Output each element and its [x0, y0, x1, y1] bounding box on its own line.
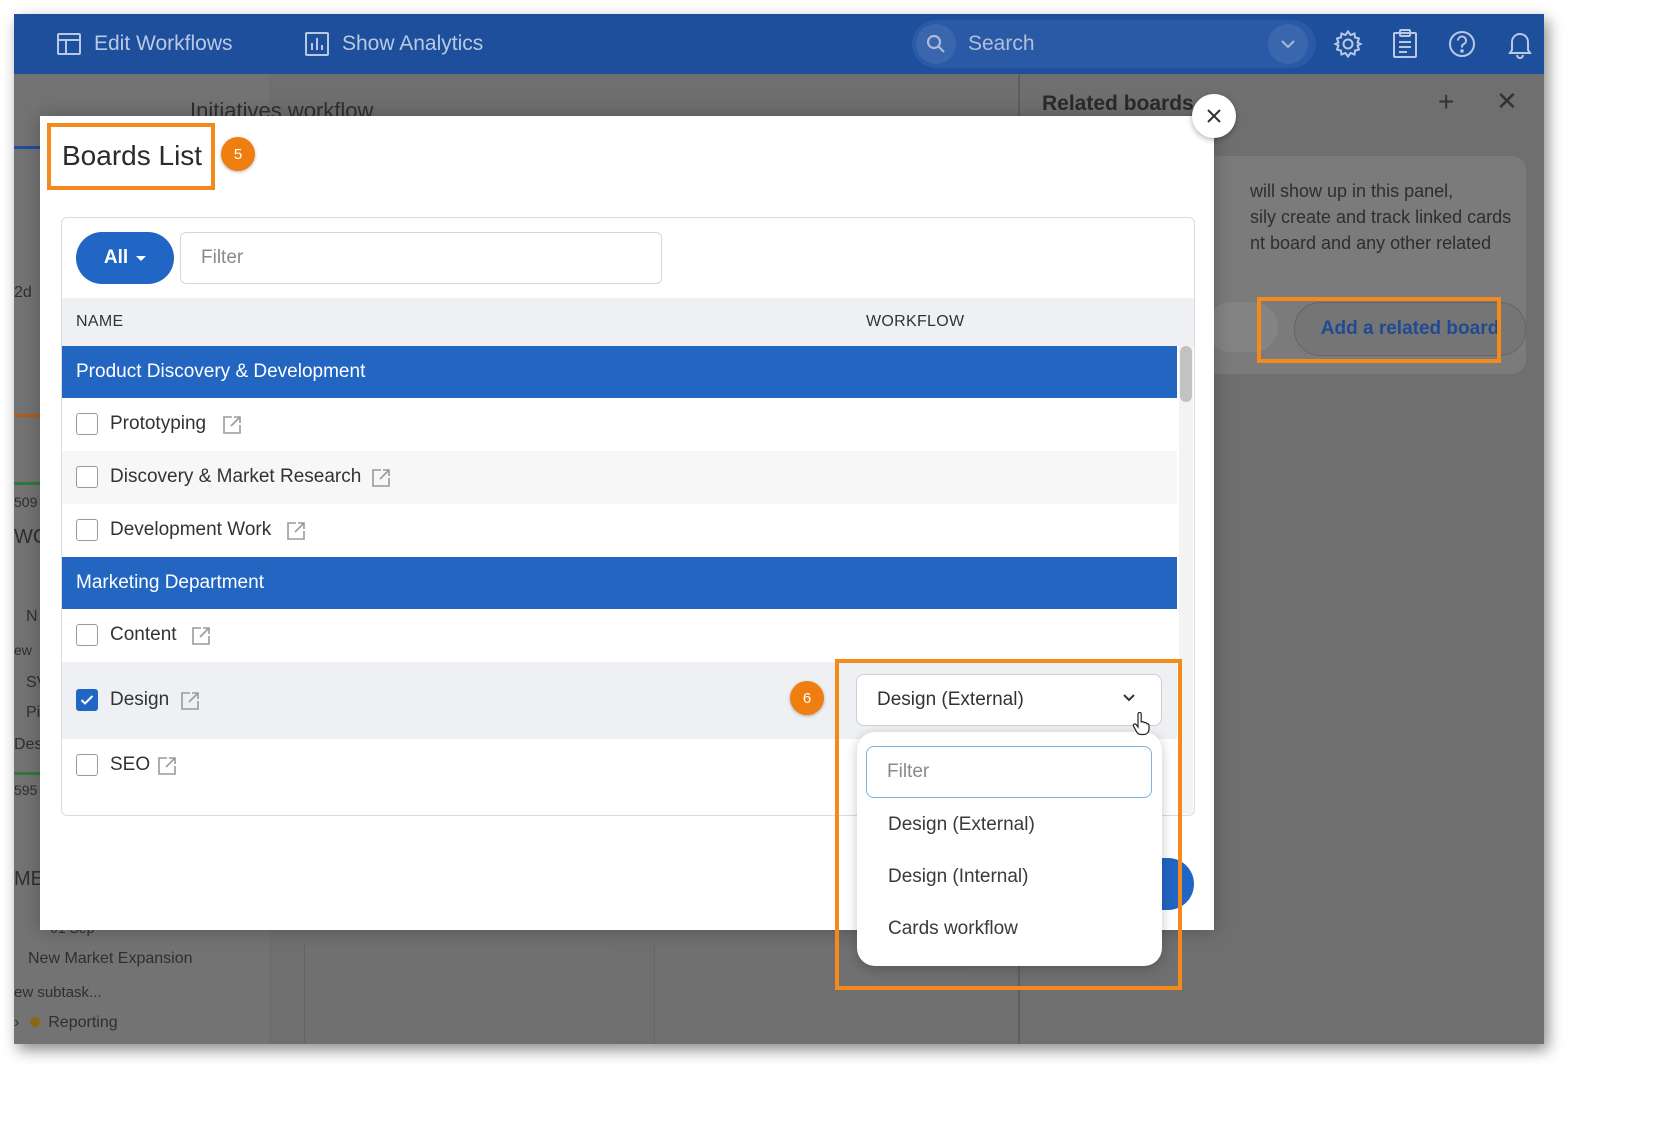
caret-down-icon [136, 255, 147, 261]
close-icon[interactable]: ✕ [1496, 86, 1518, 117]
board-row[interactable]: Content [62, 609, 1177, 662]
close-icon [1207, 109, 1221, 123]
board-checkbox[interactable] [76, 754, 98, 776]
board-label: Design [110, 689, 170, 710]
reporting-label: Reporting [48, 1014, 118, 1031]
background-text: N [26, 608, 38, 625]
chevron-down-icon[interactable] [1268, 24, 1308, 64]
board-row[interactable]: Development Work [62, 504, 1177, 557]
chevron-right-icon: › [14, 1014, 20, 1031]
external-link-icon[interactable] [286, 521, 306, 541]
related-boards-title: Related boards [1042, 92, 1194, 115]
all-filter-button[interactable]: All [76, 232, 174, 284]
bell-icon[interactable] [1504, 28, 1536, 60]
board-checkbox[interactable] [76, 413, 98, 435]
step-badge: 5 [221, 137, 255, 171]
step-badge: 6 [790, 681, 824, 715]
show-analytics-button[interactable]: Show Analytics [304, 14, 483, 74]
plus-icon[interactable]: + [1438, 86, 1454, 118]
search-input[interactable]: Search [968, 20, 1035, 68]
external-link-icon[interactable] [191, 626, 211, 646]
edit-workflows-button[interactable]: Edit Workflows [56, 14, 232, 74]
check-icon [80, 695, 94, 705]
top-bar: Edit Workflows Show Analytics Search [14, 14, 1544, 74]
background-divider [14, 414, 42, 417]
background-divider [14, 482, 42, 485]
board-label: Content [110, 624, 177, 645]
board-checkbox[interactable] [76, 624, 98, 646]
background-text: 595 [14, 782, 38, 798]
search-icon [916, 24, 956, 64]
boards-filter-input[interactable] [180, 232, 662, 284]
table-header: NAME WORKFLOW [62, 298, 1194, 346]
background-text: ew [14, 642, 32, 658]
settings-icon[interactable] [1332, 28, 1364, 60]
group-row[interactable]: Marketing Department [62, 557, 1177, 609]
board-label: Development Work [110, 519, 272, 540]
help-icon[interactable] [1446, 28, 1478, 60]
all-filter-label: All [103, 247, 129, 268]
callout-workflow-select [835, 659, 1182, 990]
board-checkbox[interactable] [76, 519, 98, 541]
board-label: Discovery & Market Research [110, 466, 362, 487]
background-divider [14, 772, 42, 775]
analytics-icon [305, 32, 329, 56]
board-checkbox-checked[interactable] [76, 689, 98, 711]
status-dot-icon [29, 1017, 40, 1027]
board-row[interactable]: Prototyping [62, 398, 1177, 451]
edit-workflows-label: Edit Workflows [94, 32, 233, 55]
show-analytics-label: Show Analytics [342, 32, 484, 55]
hand-cursor-icon [1132, 711, 1150, 741]
board-label: Prototyping [110, 413, 207, 434]
background-reporting[interactable]: › Reporting [14, 1014, 118, 1032]
close-modal-button[interactable] [1192, 94, 1236, 138]
background-card-title[interactable]: New Market Expansion [28, 950, 193, 968]
related-desc-line: will show up in this panel, [1250, 181, 1454, 201]
callout-modal-title [47, 123, 215, 190]
background-divider [14, 146, 42, 149]
scrollbar-thumb[interactable] [1180, 346, 1192, 402]
board-checkbox[interactable] [76, 466, 98, 488]
background-text: 2d [14, 284, 32, 301]
external-link-icon[interactable] [371, 468, 391, 488]
background-text: Pi [26, 704, 41, 721]
background-board-column [304, 944, 615, 1044]
board-row[interactable]: Discovery & Market Research [62, 451, 1177, 504]
background-subtask[interactable]: ew subtask... [14, 984, 102, 1001]
callout-add-related-board [1257, 297, 1501, 363]
background-text: 509 [14, 494, 38, 510]
column-header-workflow: WORKFLOW [866, 313, 965, 330]
background-text: Des [14, 736, 43, 753]
external-link-icon[interactable] [157, 756, 177, 776]
external-link-icon[interactable] [180, 691, 200, 711]
search-box[interactable]: Search [912, 20, 1316, 68]
table-icon [57, 33, 81, 55]
related-desc-line: nt board and any other related [1250, 233, 1492, 253]
clipboard-icon[interactable] [1389, 28, 1421, 60]
related-boards-description: will show up in this panel, sily create … [1250, 178, 1530, 256]
group-row[interactable]: Product Discovery & Development [62, 346, 1177, 398]
external-link-icon[interactable] [222, 415, 242, 435]
board-label: SEO [110, 754, 151, 775]
column-header-name: NAME [76, 313, 124, 330]
related-desc-line: sily create and track linked cards [1250, 207, 1512, 227]
